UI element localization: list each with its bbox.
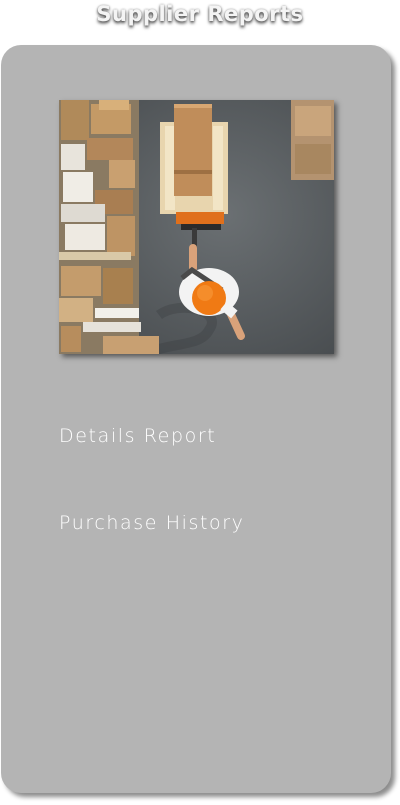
warehouse-photo — [59, 100, 334, 354]
details-report-link[interactable]: Details Report — [59, 425, 216, 447]
warehouse-illustration — [59, 100, 334, 354]
reports-card: Details Report Purchase History — [1, 45, 391, 793]
purchase-history-link[interactable]: Purchase History — [59, 512, 245, 534]
screen: Supplier Reports Details Report Purchase… — [0, 0, 400, 805]
page-title: Supplier Reports — [96, 2, 304, 26]
